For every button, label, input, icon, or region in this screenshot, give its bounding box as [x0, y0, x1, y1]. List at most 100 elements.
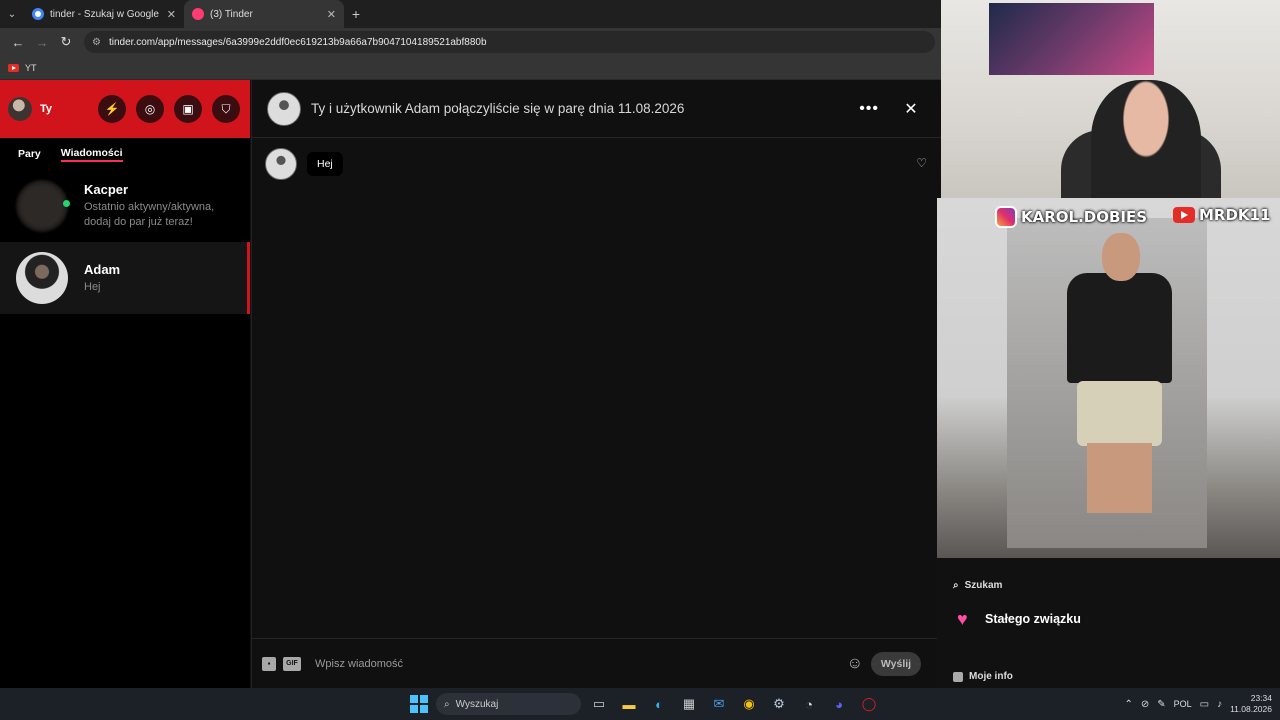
emoji-icon[interactable]: ☺: [847, 655, 863, 673]
system-clock[interactable]: 23:34 11.08.2026: [1230, 693, 1272, 715]
search-placeholder: Wyszukaj: [455, 698, 499, 710]
youtube-icon: [1173, 207, 1195, 223]
url-text: tinder.com/app/messages/6a3999e2ddf0ec61…: [108, 36, 487, 48]
task-view-icon[interactable]: ▭: [587, 692, 611, 716]
instagram-handle-text: KAROL.DOBIES: [1021, 208, 1148, 226]
sidebar: Ty ⚡ ◎ ▣ ⛉ Pary Wiadomości Kacper Ostatn…: [0, 80, 250, 688]
person-figure: [1067, 233, 1172, 523]
language-indicator[interactable]: POL: [1174, 699, 1192, 709]
wall-poster: [989, 3, 1154, 75]
tab-google[interactable]: tinder - Szukaj w Google ✕: [24, 0, 184, 28]
windows-taskbar: ⌕ Wyszukaj ▭ ▬ ◐ ▦ ✉ ◉ ⚙ ◔ ◕ ◯ ⌃ ⊘ ✎ POL…: [0, 688, 1280, 720]
bookmarks-bar: YT: [0, 56, 941, 80]
browser-toolbar: ← → ↻ ⚙ tinder.com/app/messages/6a3999e2…: [0, 28, 941, 56]
clock-date: 11.08.2026: [1230, 704, 1272, 714]
edge-icon[interactable]: ◐: [647, 692, 671, 716]
boost-icon[interactable]: ⚡: [98, 95, 126, 123]
search-icon: ⌕: [444, 698, 450, 710]
pen-icon[interactable]: ✎: [1157, 699, 1165, 710]
looking-for-heading: ⌕ Szukam: [953, 580, 1002, 591]
clock-time: 23:34: [1250, 693, 1272, 703]
explore-compass-icon[interactable]: ◎: [136, 95, 164, 123]
chat-panel: Ty i użytkownik Adam połączyliście się w…: [251, 80, 941, 688]
more-options-icon[interactable]: •••: [859, 100, 879, 118]
send-button[interactable]: Wyślij: [871, 651, 921, 676]
conversation-item-adam[interactable]: Adam Hej: [0, 242, 250, 314]
tinder-favicon-icon: [192, 8, 204, 20]
tab-tinder[interactable]: (3) Tinder ✕: [184, 0, 344, 28]
youtube-handle-text: MRDK11: [1199, 206, 1271, 224]
taskbar-search[interactable]: ⌕ Wyszukaj: [436, 693, 581, 715]
conversation-preview: Ostatnio aktywny/aktywna, dodaj do par j…: [84, 201, 215, 228]
conversation-name: Kacper: [84, 182, 129, 197]
wifi-off-icon[interactable]: ⊘: [1141, 699, 1149, 710]
discord-icon[interactable]: ◕: [827, 692, 851, 716]
avatar: [16, 252, 68, 304]
forward-button[interactable]: →: [30, 30, 54, 54]
chat-header: Ty i użytkownik Adam połączyliście się w…: [252, 80, 941, 138]
tab-matches[interactable]: Pary: [18, 148, 41, 160]
message-composer: ▪ GIF ☺ Wyślij: [252, 638, 941, 688]
address-bar[interactable]: ⚙ tinder.com/app/messages/6a3999e2ddf0ec…: [84, 31, 935, 53]
gif-button[interactable]: GIF: [283, 656, 301, 671]
id-card-icon: [953, 671, 963, 682]
profile-photo: KAROL.DOBIES MRDK11: [937, 198, 1280, 558]
close-tab-icon[interactable]: ✕: [167, 8, 176, 21]
message-row: Hej: [265, 148, 343, 180]
tab-search-button[interactable]: ⌄: [0, 0, 24, 28]
conversation-name: Adam: [84, 261, 121, 277]
back-button[interactable]: ←: [6, 30, 30, 54]
profile-details: ⌕ Szukam ♥ Stałego związku Moje info: [937, 558, 1280, 688]
looking-for-text: Stałego związku: [985, 612, 1081, 626]
shield-icon[interactable]: ⛉: [212, 95, 240, 123]
looking-for-value: ♥ Stałego związku: [957, 610, 1081, 628]
my-info-heading: Moje info: [953, 671, 1013, 682]
youtube-icon: [8, 63, 19, 72]
tab-title: (3) Tinder: [210, 8, 253, 20]
windows-start-icon[interactable]: [408, 693, 430, 715]
close-icon[interactable]: ✕: [893, 99, 929, 119]
mail-icon[interactable]: ✉: [707, 692, 731, 716]
store-icon[interactable]: ▦: [677, 692, 701, 716]
my-info-label: Moje info: [969, 671, 1013, 682]
tab-title: tinder - Szukaj w Google: [50, 8, 159, 20]
sidebar-header: Ty ⚡ ◎ ▣ ⛉: [0, 80, 250, 138]
match-avatar[interactable]: [267, 91, 301, 126]
sender-avatar[interactable]: [265, 148, 297, 180]
network-icon[interactable]: ▭: [1200, 699, 1209, 710]
avatar: [16, 180, 68, 232]
bookmark-yt[interactable]: YT: [25, 63, 37, 73]
new-tab-button[interactable]: +: [344, 6, 368, 22]
briefcase-icon[interactable]: ▣: [174, 95, 202, 123]
reload-button[interactable]: ↻: [54, 30, 78, 54]
site-info-icon[interactable]: ⚙: [92, 37, 101, 48]
instagram-icon: [995, 206, 1017, 228]
volume-icon[interactable]: ♪: [1217, 699, 1222, 710]
match-info-text: Ty i użytkownik Adam połączyliście się w…: [311, 101, 685, 116]
message-bubble: Hej: [307, 152, 343, 176]
clock-app-icon[interactable]: ◔: [797, 692, 821, 716]
my-profile-label[interactable]: Ty: [40, 103, 52, 115]
sidebar-tabs: Pary Wiadomości: [0, 138, 250, 170]
opera-icon[interactable]: ◯: [857, 692, 881, 716]
avatar[interactable]: [8, 97, 32, 121]
search-icon: ⌕: [953, 580, 959, 591]
streamer: [1091, 80, 1201, 200]
webcam-overlay: [941, 0, 1280, 200]
chevron-up-icon[interactable]: ⌃: [1124, 699, 1132, 710]
heart-icon: ♥: [957, 609, 968, 629]
chrome-icon[interactable]: ◉: [737, 692, 761, 716]
instagram-handle: KAROL.DOBIES: [995, 206, 1147, 228]
looking-for-label: Szukam: [964, 580, 1003, 591]
file-explorer-icon[interactable]: ▬: [617, 692, 641, 716]
conversation-item-kacper[interactable]: Kacper Ostatnio aktywny/aktywna, dodaj d…: [0, 170, 250, 242]
close-tab-icon[interactable]: ✕: [327, 8, 336, 21]
contact-card-icon[interactable]: ▪: [262, 656, 276, 671]
message-input[interactable]: [315, 657, 847, 670]
tab-messages[interactable]: Wiadomości: [60, 147, 123, 162]
browser-tab-bar: ⌄ tinder - Szukaj w Google ✕ (3) Tinder …: [0, 0, 941, 28]
youtube-handle: MRDK11: [1173, 206, 1270, 224]
steam-icon[interactable]: ⚙: [767, 692, 791, 716]
heart-like-icon[interactable]: ♡: [916, 156, 927, 170]
online-status-icon: [63, 200, 70, 207]
